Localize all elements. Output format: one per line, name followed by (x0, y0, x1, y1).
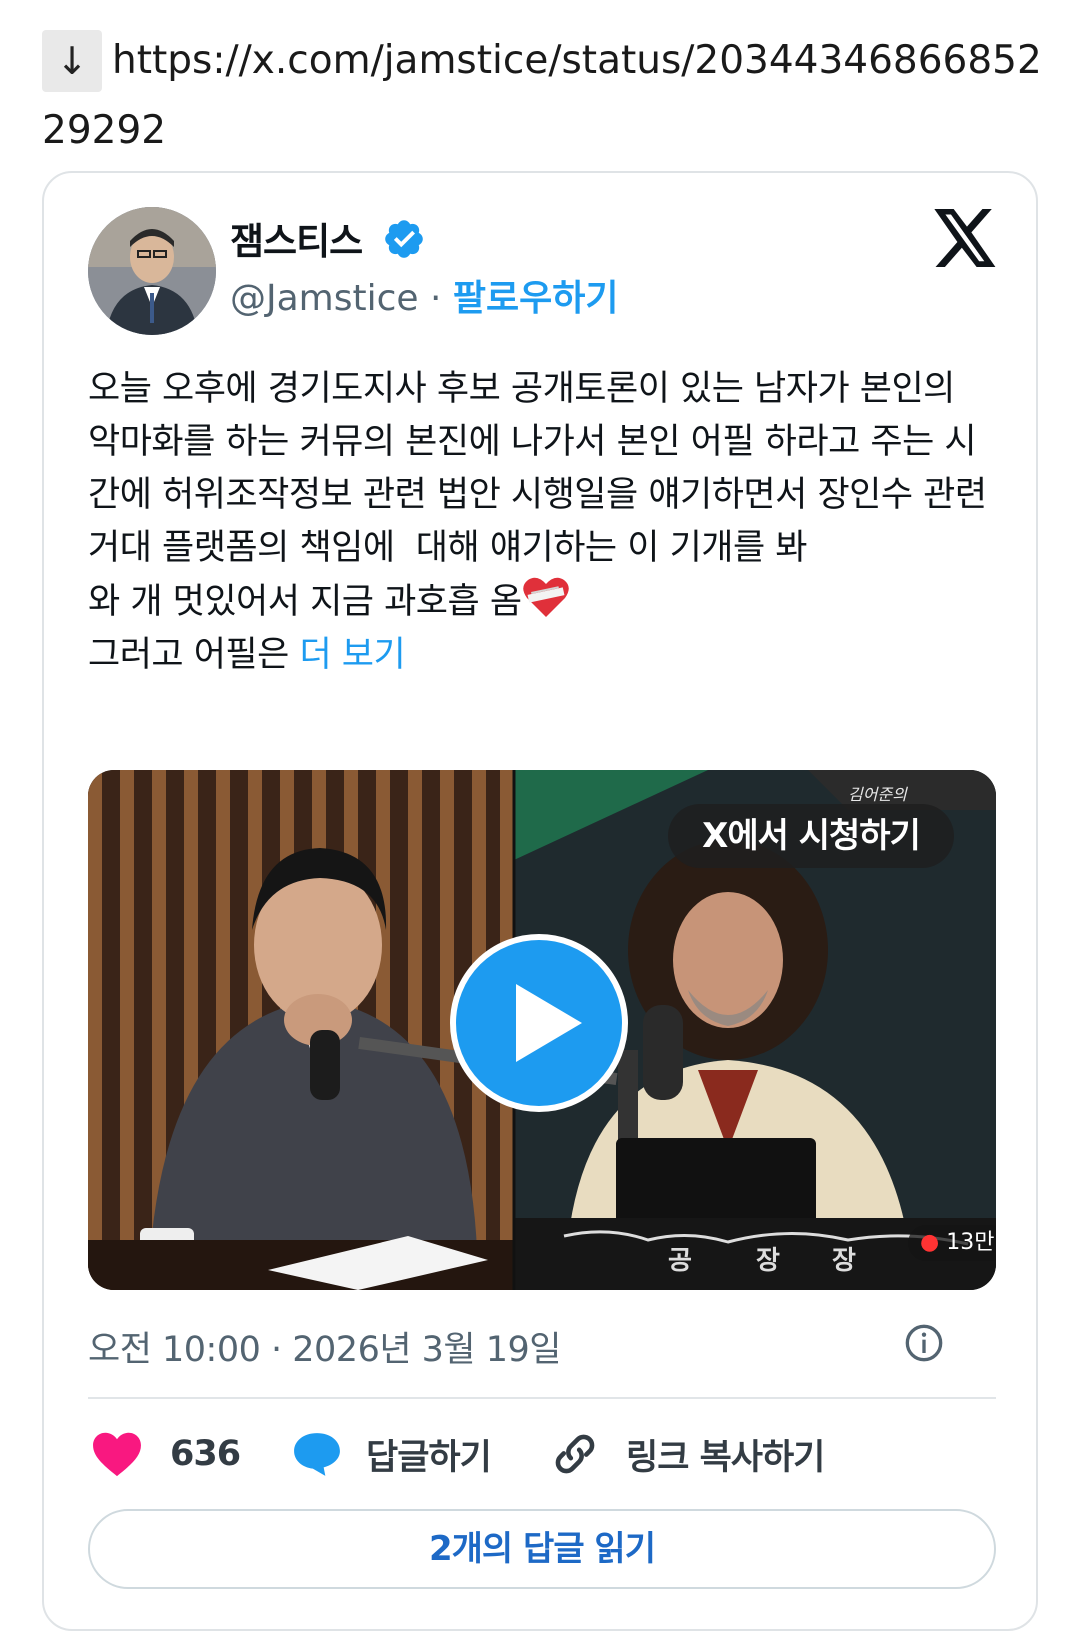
reply-bubble-icon (294, 1433, 340, 1476)
show-more-link[interactable]: 더 보기 (299, 635, 405, 675)
svg-text:김어준의: 김어준의 (848, 785, 908, 804)
url-row: ↓ https://x.com/jamstice/status/20344346… (42, 30, 1042, 153)
tweet-embed-card: 잼스티스 @Jamstice · 팔로우하기 오늘 오후에 경기도지사 후보 공… (42, 171, 1038, 1631)
watch-on-x-button[interactable]: X에서 시청하기 (668, 804, 954, 868)
copy-link-label: 링크 복사하기 (626, 1437, 825, 1478)
read-replies-button[interactable]: 2개의 답글 읽기 (88, 1509, 996, 1589)
play-icon (516, 984, 582, 1062)
verified-badge-icon (385, 220, 423, 258)
link-icon (555, 1434, 595, 1474)
action-bar: 636 답글하기 링크 복사하기 (88, 1419, 996, 1489)
reply-label: 답글하기 (366, 1437, 492, 1478)
avatar-photo (88, 207, 216, 335)
video-player[interactable]: 김어준의 공 장 장 X에서 시청하기 ● 13만 (88, 770, 996, 1290)
mending-heart-emoji-icon (522, 577, 569, 617)
play-button[interactable] (450, 934, 628, 1112)
tweet-url-link[interactable]: https://x.com/jamstice/status/2034434686… (42, 26, 1042, 166)
display-name[interactable]: 잼스티스 (230, 211, 363, 265)
tweet-timestamp[interactable]: 오전 10:00 · 2026년 3월 19일 (88, 1321, 562, 1372)
live-dot-icon: ● (920, 1230, 940, 1255)
nameplate-char-3: 장 (832, 1246, 856, 1276)
tweet-body-tail: 그러고 어필은 (88, 635, 300, 675)
nameplate-char-1: 공 (668, 1246, 692, 1276)
separator-dot: · (418, 278, 453, 319)
heart-icon (93, 1432, 141, 1477)
viewer-count: 13만 (946, 1230, 995, 1255)
like-button[interactable]: 636 (92, 1419, 241, 1489)
info-icon[interactable] (904, 1323, 944, 1363)
handle-row: @Jamstice · 팔로우하기 (230, 269, 619, 321)
follow-button[interactable]: 팔로우하기 (453, 278, 619, 319)
tweet-text: 오늘 오후에 경기도지사 후보 공개토론이 있는 남자가 본인의 악마화를 하는… (88, 363, 988, 682)
reply-button[interactable]: 답글하기 (292, 1419, 492, 1489)
handle[interactable]: @Jamstice (230, 278, 419, 319)
x-logo-icon[interactable] (934, 209, 998, 267)
like-count: 636 (170, 1434, 241, 1474)
nameplate-char-2: 장 (756, 1246, 780, 1276)
viewer-count-badge: ● 13만 (908, 1225, 996, 1261)
copy-link-button[interactable]: 링크 복사하기 (550, 1419, 825, 1489)
divider (88, 1397, 996, 1399)
avatar[interactable] (88, 207, 216, 335)
